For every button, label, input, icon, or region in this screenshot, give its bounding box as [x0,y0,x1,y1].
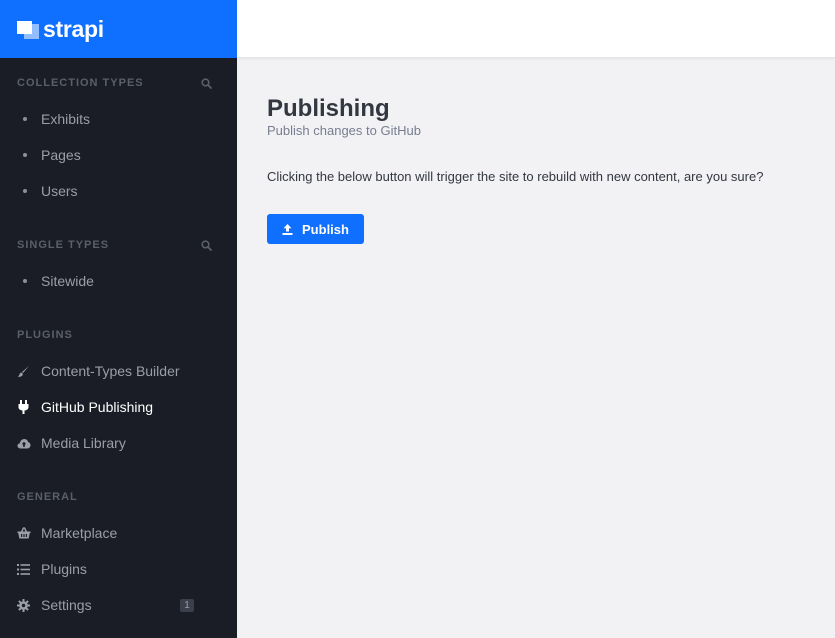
section-title-plugins: PLUGINS [17,328,212,342]
search-icon[interactable] [201,239,212,251]
list-icon [17,563,41,575]
sidebar-item-pages[interactable]: Pages [17,145,217,165]
top-bar [237,0,835,58]
section-title-single-types: SINGLE TYPES [17,238,212,252]
sidebar: strapi COLLECTION TYPES Exhibits Pages U… [0,0,237,638]
section-label: COLLECTION TYPES [17,77,144,89]
sidebar-item-label: Exhibits [41,111,91,127]
sidebar-item-github-publishing[interactable]: GitHub Publishing [17,397,217,417]
section-label: GENERAL [17,491,78,503]
sidebar-item-label: Sitewide [41,273,94,289]
sidebar-item-label: Plugins [41,561,87,577]
bullet-icon [17,189,41,193]
sidebar-item-label: Pages [41,147,81,163]
search-icon[interactable] [201,77,212,89]
sidebar-item-plugins[interactable]: Plugins [17,559,217,579]
sidebar-item-exhibits[interactable]: Exhibits [17,109,217,129]
publish-button-label: Publish [302,221,349,237]
sidebar-item-label: Media Library [41,435,126,451]
sidebar-item-settings[interactable]: Settings 1 [17,595,217,615]
sidebar-item-marketplace[interactable]: Marketplace [17,523,217,543]
publish-button[interactable]: Publish [267,214,364,244]
sidebar-item-label: Content-Types Builder [41,363,180,379]
section-title-collection-types: COLLECTION TYPES [17,76,212,90]
confirmation-message: Clicking the below button will trigger t… [267,169,764,184]
gear-icon [17,598,41,612]
page-title: Publishing [267,95,390,122]
brand-name: strapi [43,15,104,42]
sidebar-item-media-library[interactable]: Media Library [17,433,217,453]
section-label: PLUGINS [17,329,73,341]
notification-badge: 1 [180,598,194,612]
paintbrush-icon [17,365,41,378]
sidebar-item-label: Marketplace [41,525,118,541]
sidebar-item-label: Settings [41,597,92,613]
section-title-general: GENERAL [17,490,212,504]
bullet-icon [17,279,41,283]
sidebar-item-content-types-builder[interactable]: Content-Types Builder [17,361,217,381]
upload-icon [282,223,293,235]
cloud-upload-icon [17,438,41,449]
sidebar-item-sitewide[interactable]: Sitewide [17,271,217,291]
brand-header[interactable]: strapi [0,0,237,58]
strapi-logo-icon [17,18,39,40]
sidebar-item-label: Users [41,183,78,199]
bullet-icon [17,153,41,157]
section-label: SINGLE TYPES [17,239,110,251]
basket-icon [17,527,41,539]
plug-icon [17,400,41,414]
bullet-icon [17,117,41,121]
page-subtitle: Publish changes to GitHub [267,123,421,138]
sidebar-item-label: GitHub Publishing [41,399,154,415]
sidebar-item-users[interactable]: Users [17,181,217,201]
